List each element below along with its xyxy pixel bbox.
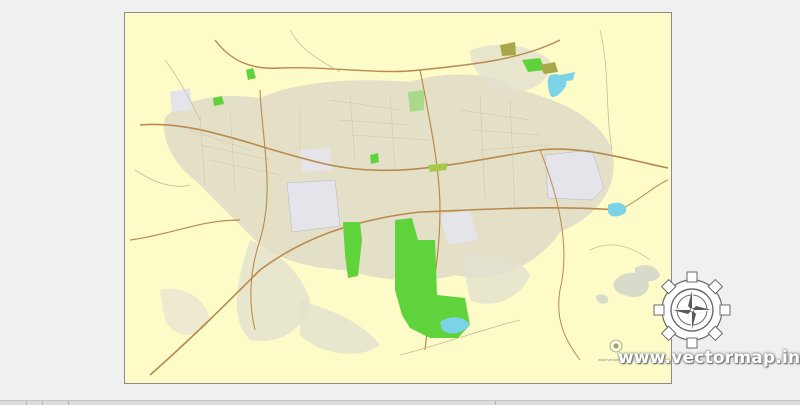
status-strip [0,400,800,405]
strip-divider [26,401,27,405]
strip-divider [68,401,69,405]
strip-divider [495,401,496,405]
strip-divider [42,401,43,405]
watermark-text: www.vectormap.info [618,348,800,368]
